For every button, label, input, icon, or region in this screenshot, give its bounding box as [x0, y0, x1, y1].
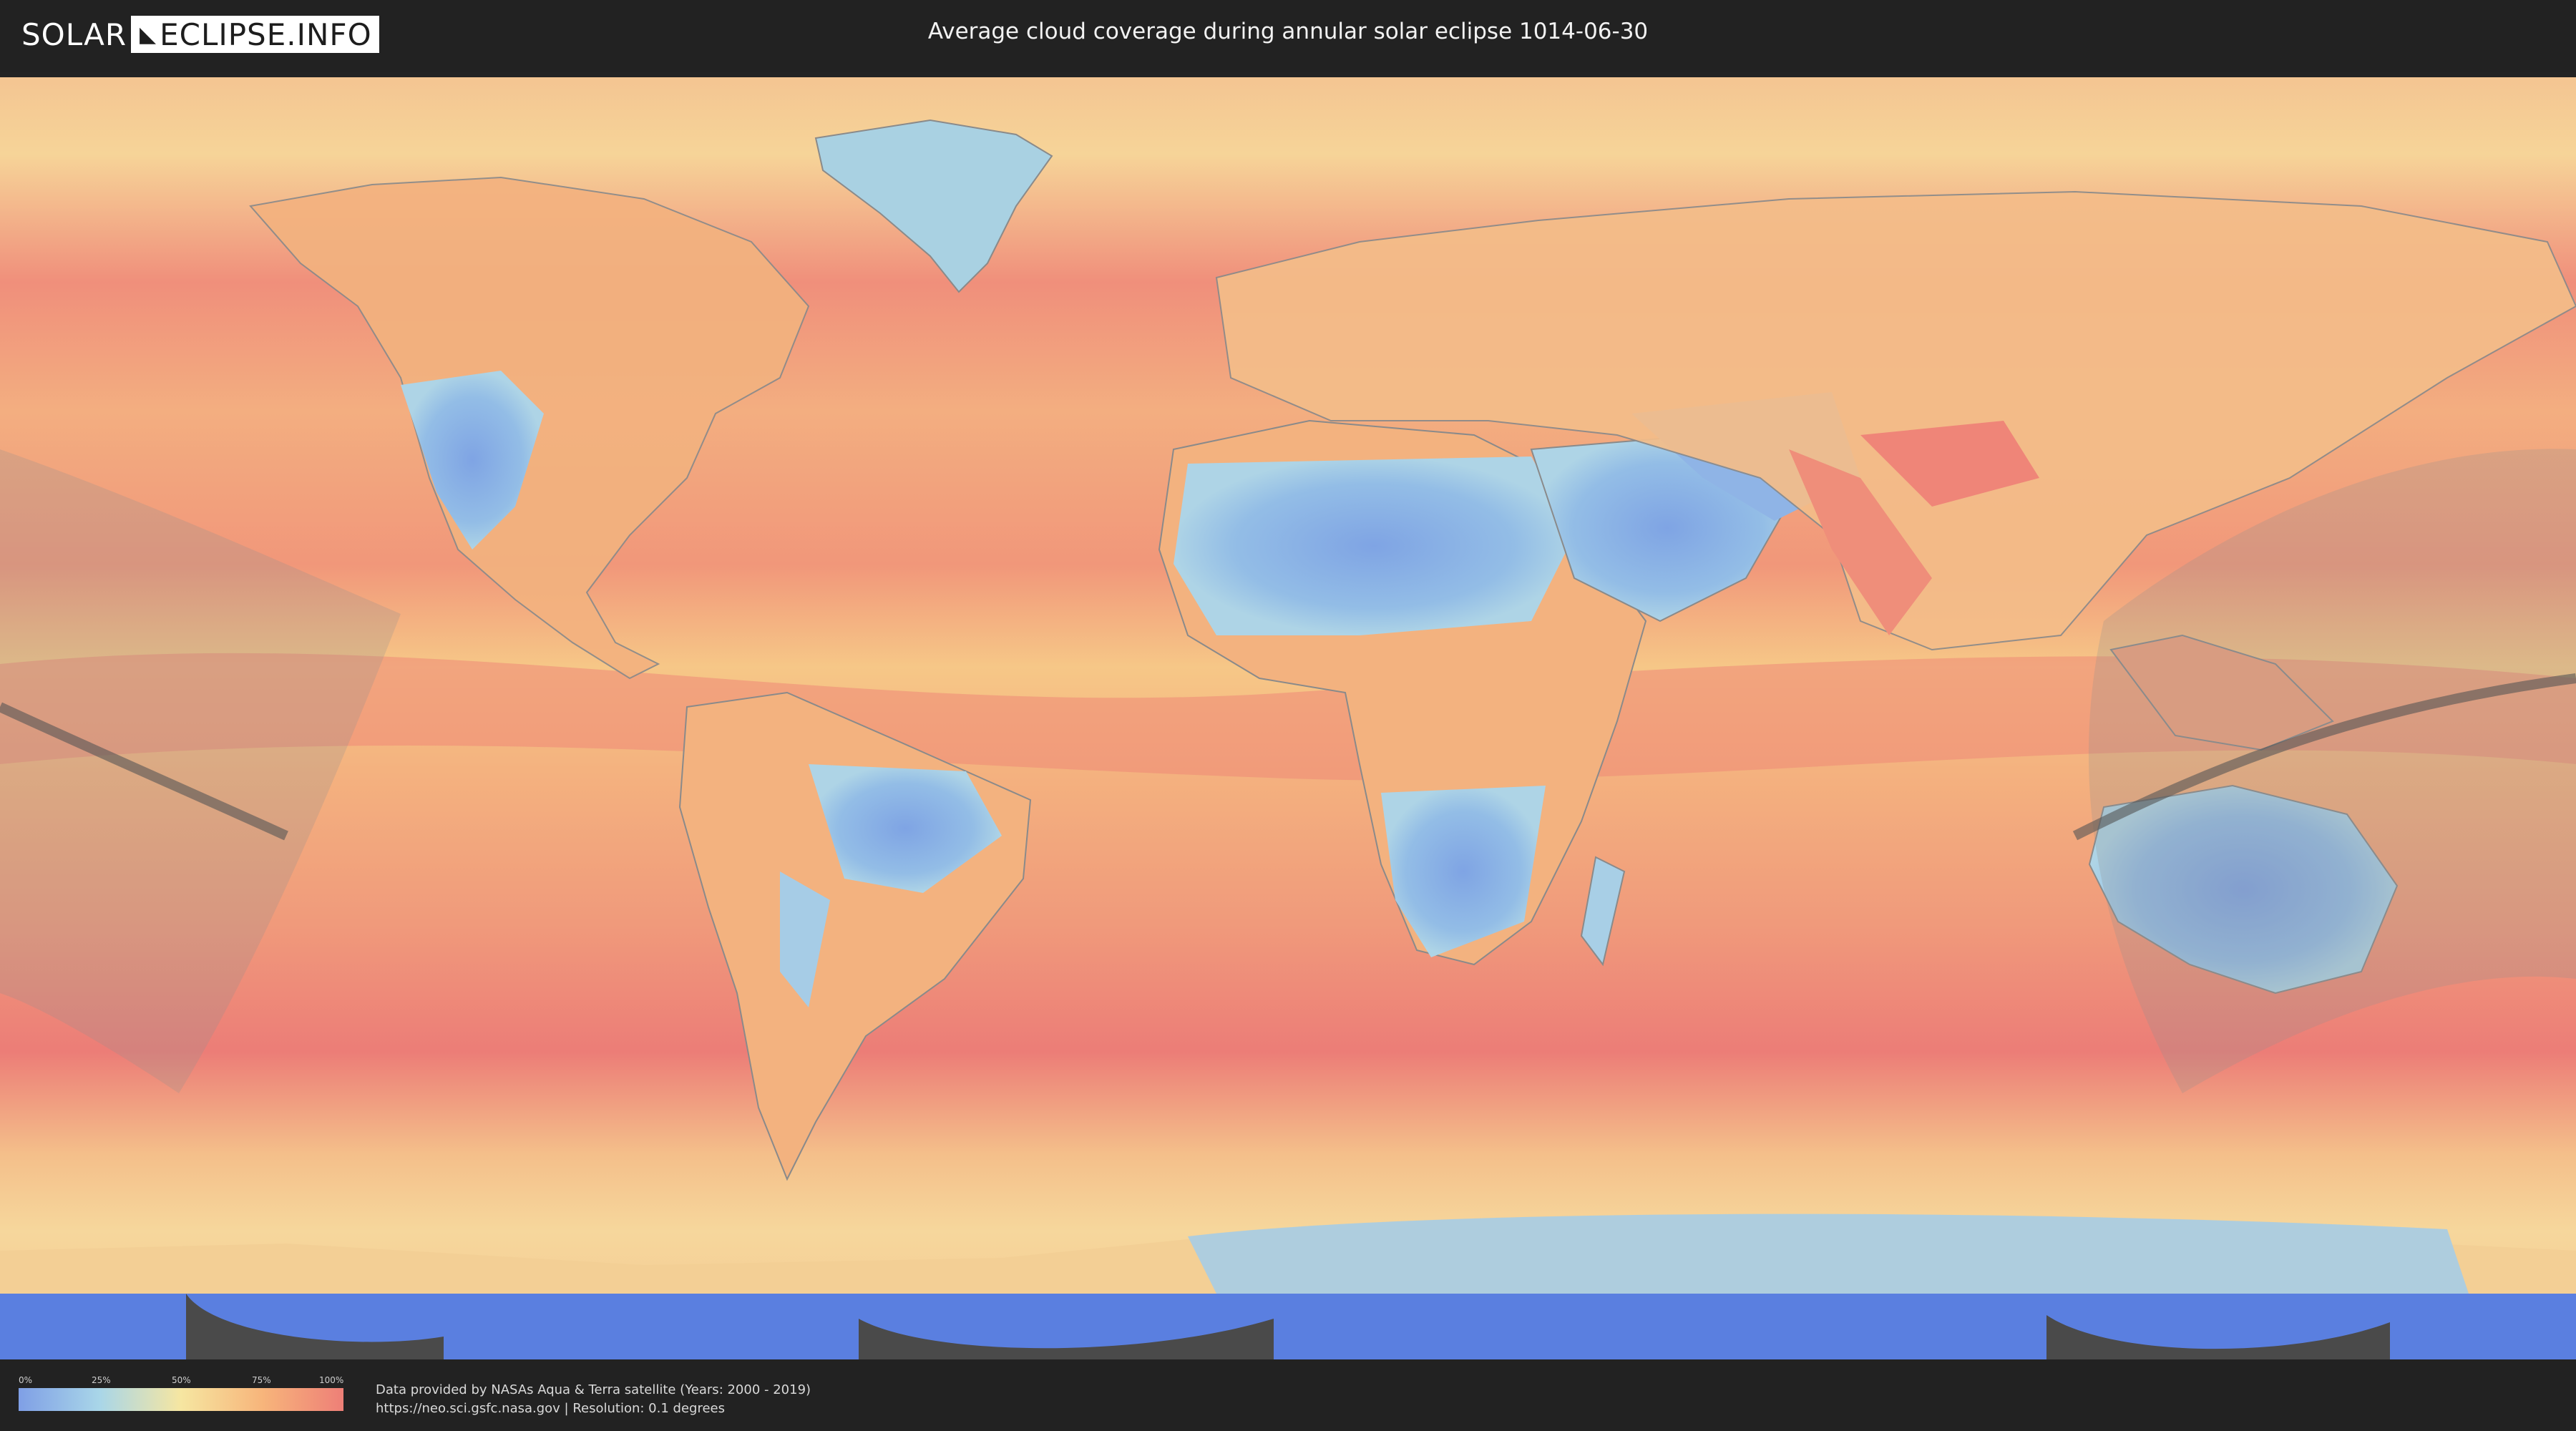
credits-line-url[interactable]: https://neo.sci.gsfc.nasa.gov | Resoluti… — [376, 1400, 811, 1418]
cloud-coverage-legend: 0% 25% 50% 75% 100% — [19, 1375, 343, 1411]
legend-tick-0: 0% — [19, 1375, 33, 1385]
world-map-svg — [0, 77, 2576, 1359]
legend-tick-25: 25% — [92, 1375, 111, 1385]
sahara-clear — [1174, 456, 1574, 635]
antarctica-clear — [1188, 1213, 2469, 1294]
legend-tick-labels: 0% 25% 50% 75% 100% — [19, 1375, 343, 1387]
cloud-coverage-map[interactable] — [0, 77, 2576, 1359]
legend-tick-75: 75% — [252, 1375, 271, 1385]
legend-color-bar — [19, 1388, 343, 1411]
data-credits: Data provided by NASAs Aqua & Terra sate… — [376, 1381, 811, 1418]
legend-tick-100: 100% — [319, 1375, 344, 1385]
legend-tick-50: 50% — [172, 1375, 191, 1385]
header-bar: SOLAR ◣ ECLIPSE.INFO Average cloud cover… — [0, 0, 2576, 72]
page-title: Average cloud coverage during annular so… — [927, 19, 1649, 44]
credits-line-source: Data provided by NASAs Aqua & Terra sate… — [376, 1382, 811, 1397]
footer-bar: 0% 25% 50% 75% 100% Data provided by NAS… — [0, 1359, 2576, 1431]
